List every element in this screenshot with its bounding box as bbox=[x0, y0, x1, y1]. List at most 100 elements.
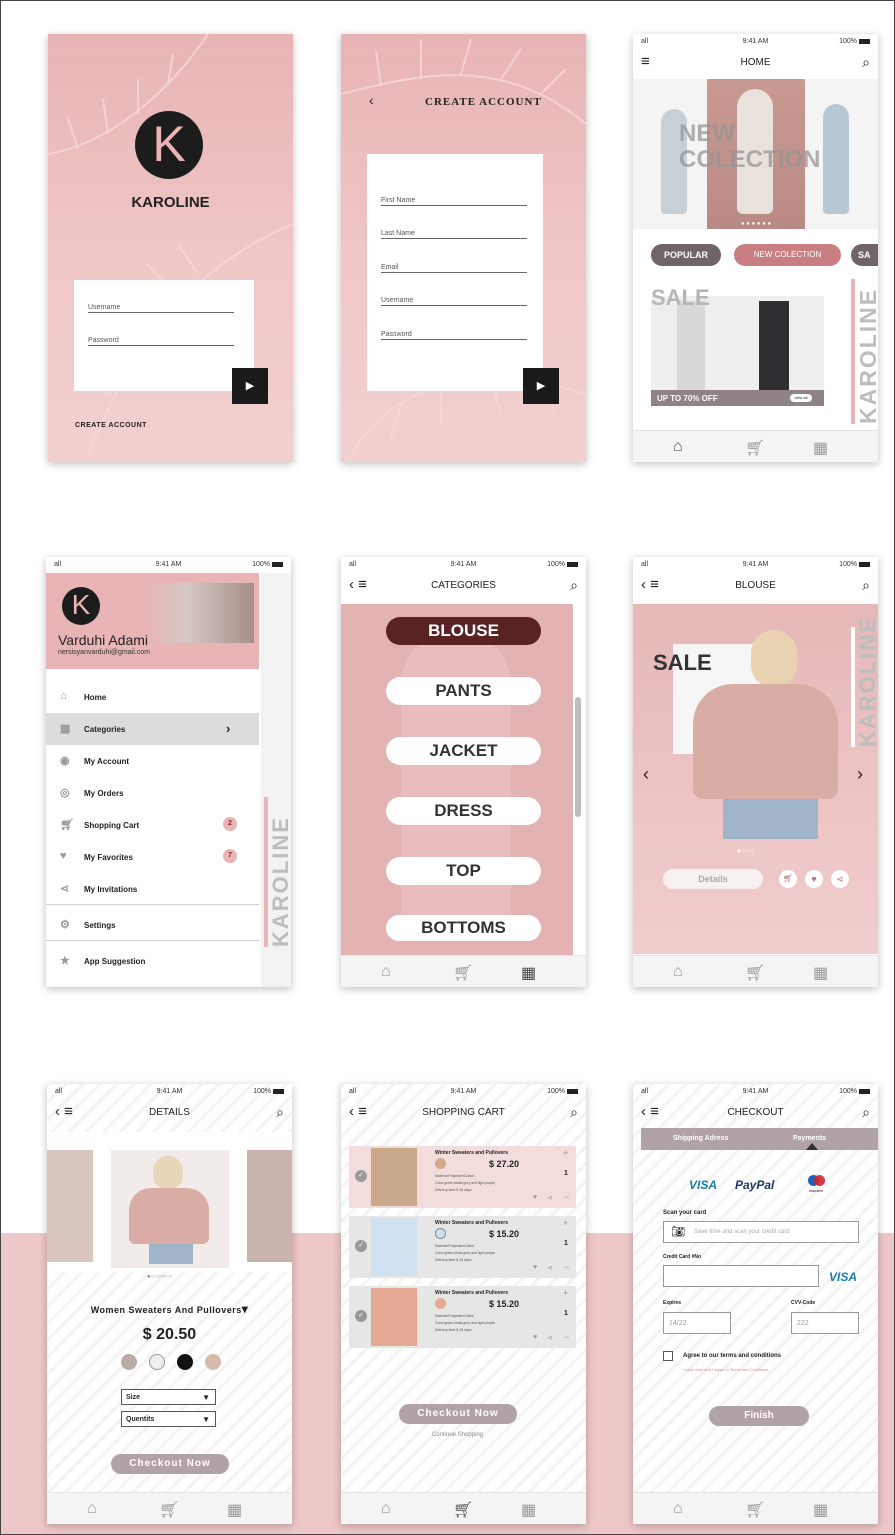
next-arrow-icon[interactable]: › bbox=[857, 764, 863, 785]
checkout-now-button[interactable]: Checkout Now bbox=[399, 1404, 517, 1424]
back-arrow-icon[interactable]: ‹ bbox=[369, 92, 374, 108]
terms-checkbox[interactable] bbox=[663, 1351, 673, 1361]
password-field[interactable]: Password bbox=[88, 337, 234, 346]
chevron-down-icon[interactable]: ▾ bbox=[242, 1302, 249, 1316]
continue-shopping-link[interactable]: Continue Shopping bbox=[341, 1432, 574, 1438]
home-tab-icon[interactable]: ⌂ bbox=[673, 1500, 683, 1518]
password-field[interactable]: Password bbox=[381, 331, 527, 340]
category-pants[interactable]: PANTS bbox=[386, 677, 541, 705]
home-tab-icon[interactable]: ⌂ bbox=[673, 963, 683, 981]
search-icon[interactable]: ⌕ bbox=[862, 577, 870, 594]
share-icon[interactable]: ⋖ bbox=[547, 1264, 553, 1272]
home-tab-icon[interactable]: ⌂ bbox=[87, 1500, 97, 1518]
view-all-button[interactable]: view all bbox=[790, 394, 812, 402]
size-select[interactable]: Size ▼ bbox=[121, 1389, 216, 1405]
menu-item-categories[interactable]: ▦ Categories › bbox=[46, 713, 259, 745]
share-icon[interactable]: ⋖ bbox=[547, 1334, 553, 1342]
color-swatch-black[interactable] bbox=[177, 1354, 193, 1370]
card-number-input[interactable] bbox=[663, 1265, 819, 1287]
chip-popular[interactable]: POPULAR bbox=[651, 244, 721, 266]
avatar[interactable]: K bbox=[62, 587, 100, 625]
camera-icon[interactable]: 📷︎ bbox=[671, 1225, 685, 1238]
heart-icon[interactable]: ♥ bbox=[533, 1194, 537, 1201]
item-checkbox[interactable]: ✓ bbox=[355, 1170, 367, 1182]
color-swatch-beige[interactable] bbox=[205, 1354, 221, 1370]
cart-item[interactable]: ✓ Winter Sweaters and Pullovers $ 27.20 … bbox=[349, 1146, 576, 1208]
username-field[interactable]: Username bbox=[381, 297, 527, 306]
finish-button[interactable]: Finish bbox=[709, 1406, 809, 1426]
add-to-cart-icon[interactable]: 🛒︎ bbox=[779, 870, 797, 888]
username-field[interactable]: Username bbox=[88, 304, 234, 313]
email-field[interactable]: Email bbox=[381, 264, 527, 273]
item-checkbox[interactable]: ✓ bbox=[355, 1310, 367, 1322]
sale-card[interactable]: UP TO 70% OFF view all bbox=[651, 296, 824, 406]
gallery-main-image[interactable] bbox=[111, 1150, 229, 1268]
search-icon[interactable]: ⌕ bbox=[862, 54, 870, 71]
cart-tab-icon[interactable]: 🛒︎ bbox=[745, 438, 765, 458]
cvv-input[interactable]: 222 bbox=[791, 1312, 859, 1334]
chip-sale[interactable]: SA bbox=[851, 244, 878, 266]
scan-card-input[interactable]: 📷︎ Save time and scan your credit card bbox=[663, 1221, 859, 1243]
cart-tab-icon[interactable]: 🛒︎ bbox=[453, 1500, 473, 1520]
category-blouse[interactable]: BLOUSE bbox=[386, 617, 541, 645]
cart-tab-icon[interactable]: 🛒︎ bbox=[745, 1500, 765, 1520]
qty-increase-button[interactable]: + bbox=[563, 1218, 568, 1228]
expires-input[interactable]: 14/22 bbox=[663, 1312, 731, 1334]
category-jacket[interactable]: JACKET bbox=[386, 737, 541, 765]
qty-decrease-button[interactable]: − bbox=[564, 1192, 569, 1202]
menu-item-settings[interactable]: ⚙ Settings bbox=[46, 909, 259, 941]
grid-tab-icon[interactable]: ▦ bbox=[521, 963, 536, 983]
home-tab-icon[interactable]: ⌂ bbox=[381, 963, 391, 981]
grid-tab-icon[interactable]: ▦ bbox=[813, 438, 828, 458]
heart-icon[interactable]: ♥ bbox=[533, 1264, 537, 1271]
quantity-select[interactable]: Quentits ▼ bbox=[121, 1411, 216, 1427]
maestro-logo[interactable]: maestro bbox=[801, 1174, 831, 1196]
cart-tab-icon[interactable]: 🛒︎ bbox=[453, 963, 473, 983]
share-icon[interactable]: ⋖ bbox=[547, 1194, 553, 1202]
item-checkbox[interactable]: ✓ bbox=[355, 1240, 367, 1252]
search-icon[interactable]: ⌕ bbox=[570, 1104, 578, 1121]
menu-item-app-suggestion[interactable]: ★ App Suggestion bbox=[46, 945, 259, 977]
category-top[interactable]: TOP bbox=[386, 857, 541, 885]
heart-icon[interactable]: ♥ bbox=[533, 1334, 537, 1341]
cart-item[interactable]: ✓ Winter Sweaters and Pullovers $ 15.20 … bbox=[349, 1286, 576, 1348]
paypal-logo[interactable]: PayPal bbox=[735, 1178, 774, 1192]
tab-payments[interactable]: Payments bbox=[793, 1135, 826, 1142]
tab-shipping-address[interactable]: Shipping Adress bbox=[673, 1135, 728, 1142]
qty-increase-button[interactable]: + bbox=[563, 1288, 568, 1298]
share-icon[interactable]: ⋖ bbox=[831, 870, 849, 888]
heart-icon[interactable]: ♥ bbox=[805, 870, 823, 888]
grid-tab-icon[interactable]: ▦ bbox=[521, 1500, 536, 1520]
signup-submit-button[interactable]: ▶ bbox=[523, 368, 559, 404]
gallery-thumb-right[interactable] bbox=[247, 1150, 292, 1262]
home-tab-icon[interactable]: ⌂ bbox=[673, 438, 683, 456]
cart-item[interactable]: ✓ Winter Sweaters and Pullovers $ 15.20 … bbox=[349, 1216, 576, 1278]
menu-item-my-favorites[interactable]: ♥ My Favorites 7 bbox=[46, 841, 259, 873]
gallery-thumb-left[interactable] bbox=[47, 1150, 93, 1262]
first-name-field[interactable]: First Name bbox=[381, 197, 527, 206]
chip-new-collection[interactable]: NEW COLECTION bbox=[734, 244, 841, 266]
menu-item-my-orders[interactable]: ◎ My Orders bbox=[46, 777, 259, 809]
cart-tab-icon[interactable]: 🛒︎ bbox=[745, 963, 765, 983]
category-dress[interactable]: DRESS bbox=[386, 797, 541, 825]
details-button[interactable]: Details bbox=[663, 869, 763, 889]
menu-item-my-invitations[interactable]: ⋖ My Invitations bbox=[46, 873, 259, 905]
cart-tab-icon[interactable]: 🛒︎ bbox=[159, 1500, 179, 1520]
prev-arrow-icon[interactable]: ‹ bbox=[643, 764, 649, 785]
menu-item-shopping-cart[interactable]: 🛒︎ Shopping Cart 2 bbox=[46, 809, 259, 841]
scrollbar[interactable] bbox=[575, 697, 581, 817]
color-swatch-grey[interactable] bbox=[121, 1354, 137, 1370]
qty-decrease-button[interactable]: − bbox=[564, 1332, 569, 1342]
create-account-link[interactable]: CREATE ACCOUNT bbox=[75, 422, 147, 429]
grid-tab-icon[interactable]: ▦ bbox=[227, 1500, 242, 1520]
color-swatch-white[interactable] bbox=[149, 1354, 165, 1370]
last-name-field[interactable]: Last Name bbox=[381, 230, 527, 239]
qty-decrease-button[interactable]: − bbox=[564, 1262, 569, 1272]
search-icon[interactable]: ⌕ bbox=[862, 1104, 870, 1121]
qty-increase-button[interactable]: + bbox=[563, 1148, 568, 1158]
grid-tab-icon[interactable]: ▦ bbox=[813, 963, 828, 983]
grid-tab-icon[interactable]: ▦ bbox=[813, 1500, 828, 1520]
home-tab-icon[interactable]: ⌂ bbox=[381, 1500, 391, 1518]
menu-item-my-account[interactable]: ◉ My Account bbox=[46, 745, 259, 777]
search-icon[interactable]: ⌕ bbox=[276, 1104, 284, 1121]
